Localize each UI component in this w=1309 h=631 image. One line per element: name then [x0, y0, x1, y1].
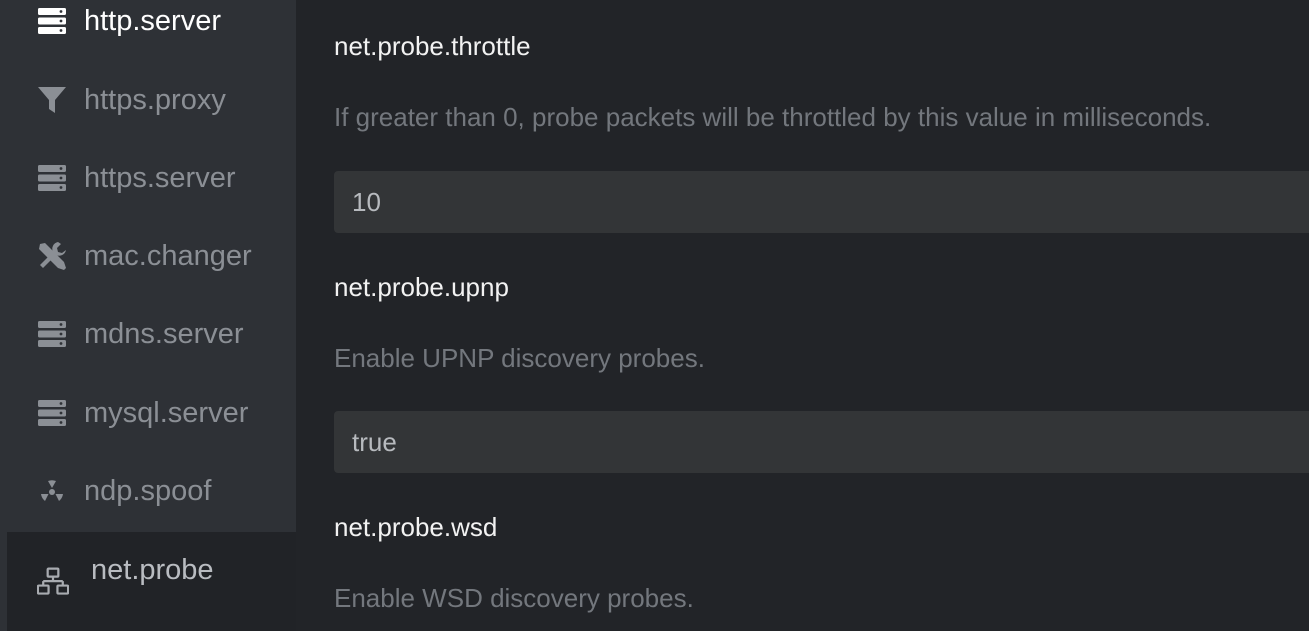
- sidebar-item-label: ndp.spoof: [84, 474, 212, 507]
- network-icon: [37, 566, 69, 598]
- filter-icon: [36, 84, 68, 116]
- sidebar-item-label: http.server: [84, 4, 221, 37]
- param-name-upnp: net.probe.upnp: [334, 272, 509, 302]
- sidebar-item-https-server[interactable]: https.server: [0, 148, 296, 208]
- server-icon: [36, 318, 68, 350]
- param-name-wsd: net.probe.wsd: [334, 512, 498, 542]
- param-description-upnp: Enable UPNP discovery probes.: [334, 343, 705, 373]
- sidebar-item-label: mdns.server: [84, 317, 244, 350]
- sidebar-item-label: net.probe: [91, 554, 214, 586]
- server-icon: [36, 5, 68, 37]
- param-value-input-throttle[interactable]: 10: [334, 171, 1309, 233]
- sidebar-item-mac-changer[interactable]: mac.changer: [0, 226, 296, 286]
- sidebar-item-mysql-server[interactable]: mysql.server: [0, 383, 296, 443]
- server-icon: [36, 162, 68, 194]
- sidebar-item-label: https.proxy: [84, 83, 226, 116]
- app-window: http.server https.proxy https.server mac…: [0, 0, 1309, 631]
- sidebar-item-mdns-server[interactable]: mdns.server: [0, 304, 296, 364]
- param-description-wsd: Enable WSD discovery probes.: [334, 583, 694, 613]
- sidebar-item-http-server[interactable]: http.server: [0, 0, 296, 51]
- sidebar-item-https-proxy[interactable]: https.proxy: [0, 70, 296, 130]
- sidebar: http.server https.proxy https.server mac…: [0, 0, 296, 631]
- module-parameters-panel: net.probe.throttle If greater than 0, pr…: [296, 0, 1309, 631]
- sidebar-item-label: mac.changer: [84, 239, 252, 272]
- radiation-icon: [36, 475, 68, 507]
- tools-icon: [36, 240, 68, 272]
- sidebar-item-label: mysql.server: [84, 396, 249, 429]
- param-description-throttle: If greater than 0, probe packets will be…: [334, 102, 1212, 132]
- param-value-input-upnp[interactable]: true: [334, 411, 1309, 473]
- sidebar-item-net-probe[interactable]: net.probe: [7, 532, 296, 631]
- sidebar-item-ndp-spoof[interactable]: ndp.spoof: [0, 461, 296, 521]
- sidebar-item-label: https.server: [84, 161, 236, 194]
- param-name-throttle: net.probe.throttle: [334, 31, 531, 61]
- server-icon: [36, 397, 68, 429]
